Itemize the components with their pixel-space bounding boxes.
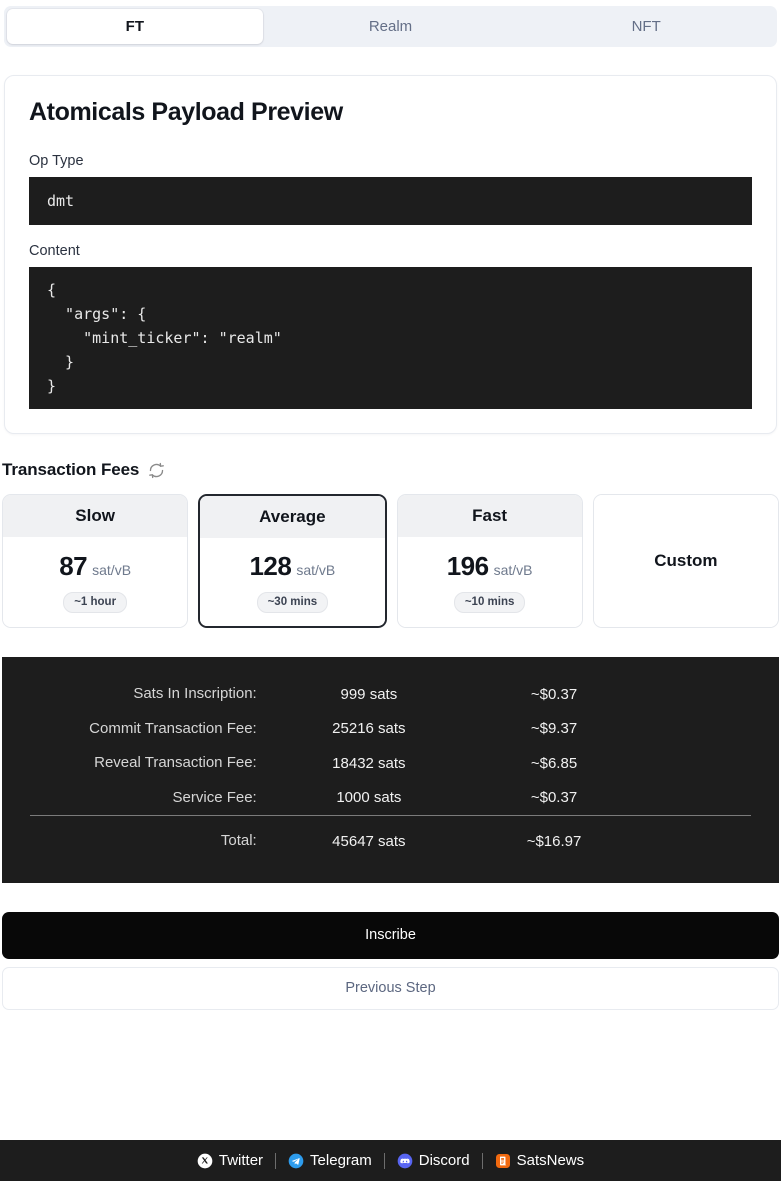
table-row: Sats In Inscription: 999 sats ~$0.37 <box>30 677 751 712</box>
footer-link-telegram[interactable]: Telegram <box>276 1152 384 1169</box>
inscribe-button[interactable]: Inscribe <box>2 911 779 959</box>
fee-option-slow-rate: 87 sat/vB <box>59 551 131 582</box>
footer-links: Twitter Telegram Discord SatsNews <box>185 1152 596 1169</box>
fee-option-average-value: 128 <box>249 550 292 581</box>
fee-option-average-rate: 128 sat/vB <box>249 551 335 582</box>
fee-option-slow-value: 87 <box>59 550 88 581</box>
transaction-fees-title: Transaction Fees <box>2 460 140 479</box>
footer-link-telegram-label: Telegram <box>310 1152 372 1169</box>
footer-link-satsnews-label: SatsNews <box>516 1152 585 1169</box>
op-type-value: dmt <box>47 192 75 210</box>
discord-icon-glyph <box>397 1153 413 1168</box>
table-row-total: Total: 45647 sats ~$16.97 <box>30 815 751 859</box>
telegram-icon-glyph <box>288 1153 304 1168</box>
fee-option-fast-body: 196 sat/vB ~10 mins <box>397 537 582 627</box>
tab-ft-label: FT <box>125 18 144 35</box>
page-title: Atomicals Payload Preview <box>29 98 343 126</box>
transaction-fees-header: Transaction Fees <box>2 460 781 480</box>
footer-link-twitter[interactable]: Twitter <box>185 1152 275 1169</box>
summary-sats: 25216 sats <box>332 720 406 738</box>
satsnews-icon-glyph <box>495 1153 510 1168</box>
summary-sats: 999 sats <box>340 685 398 703</box>
fee-option-slow[interactable]: Slow 87 sat/vB ~1 hour <box>2 494 189 628</box>
content-value-box: { "args": { "mint_ticker": "realm" } } <box>29 267 752 409</box>
payload-preview-card: Atomicals Payload Preview Op Type dmt Co… <box>4 75 777 434</box>
content-label: Content <box>29 243 80 259</box>
fee-option-average-title: Average <box>200 496 385 538</box>
fee-option-average-unit: sat/vB <box>296 561 336 578</box>
summary-sats: 18432 sats <box>332 754 406 772</box>
summary-label: Sats In Inscription: <box>133 685 257 702</box>
fee-option-fast-title: Fast <box>397 495 582 537</box>
footer-link-twitter-label: Twitter <box>218 1152 264 1169</box>
summary-total-label: Total: <box>30 815 261 859</box>
fee-option-fast-unit: sat/vB <box>493 561 533 578</box>
table-row: Reveal Transaction Fee: 18432 sats ~$6.8… <box>30 746 751 781</box>
discord-icon <box>397 1153 413 1169</box>
tab-ft[interactable]: FT <box>7 9 263 44</box>
fee-option-average-eta: ~30 mins <box>256 591 329 614</box>
footer-link-discord[interactable]: Discord <box>385 1152 482 1169</box>
summary-usd: ~$0.37 <box>530 789 578 807</box>
fee-option-custom-label: Custom <box>654 551 718 570</box>
fee-option-slow-eta: ~1 hour <box>63 591 128 614</box>
fee-option-custom[interactable]: Custom <box>592 494 779 628</box>
fee-option-list: Slow 87 sat/vB ~1 hour Average 128 sat/v… <box>0 494 781 628</box>
table-row: Commit Transaction Fee: 25216 sats ~$9.3… <box>30 712 751 747</box>
footer-link-satsnews[interactable]: SatsNews <box>483 1152 597 1169</box>
summary-usd: ~$6.85 <box>530 754 578 772</box>
satsnews-icon <box>495 1153 511 1169</box>
telegram-icon <box>288 1153 304 1169</box>
tab-nft-label: NFT <box>631 18 661 35</box>
previous-step-button[interactable]: Previous Step <box>2 966 779 1010</box>
footer-link-discord-label: Discord <box>418 1152 470 1169</box>
summary-label: Commit Transaction Fee: <box>89 719 257 737</box>
footer-bar: Twitter Telegram Discord SatsNews <box>0 1140 781 1181</box>
fee-option-average-body: 128 sat/vB ~30 mins <box>200 538 385 626</box>
refresh-icon-glyph <box>148 462 164 478</box>
fee-option-fast-value: 196 <box>446 550 489 581</box>
twitter-x-icon-glyph <box>197 1153 213 1168</box>
fee-option-average[interactable]: Average 128 sat/vB ~30 mins <box>198 494 387 628</box>
summary-usd: ~$9.37 <box>530 720 578 738</box>
summary-label: Service Fee: <box>172 788 257 806</box>
tab-realm-label: Realm <box>368 18 413 35</box>
action-buttons: Inscribe Previous Step <box>2 911 779 1010</box>
content-json: { "args": { "mint_ticker": "realm" } } <box>47 281 282 395</box>
summary-total-sats: 45647 sats <box>260 815 478 859</box>
op-type-value-box: dmt <box>29 177 752 225</box>
fee-option-fast-rate: 196 sat/vB <box>447 551 533 582</box>
fee-option-slow-title: Slow <box>3 495 188 537</box>
summary-sats: 1000 sats <box>336 789 402 807</box>
page-root: FT Realm NFT Atomicals Payload Preview O… <box>0 0 781 1181</box>
table-row: Service Fee: 1000 sats ~$0.37 <box>30 781 751 816</box>
tab-nft[interactable]: NFT <box>518 9 774 44</box>
fee-option-slow-body: 87 sat/vB ~1 hour <box>3 537 188 627</box>
fee-summary-panel: Sats In Inscription: 999 sats ~$0.37 Com… <box>2 657 779 883</box>
fee-summary-table: Sats In Inscription: 999 sats ~$0.37 Com… <box>30 677 751 859</box>
summary-usd: ~$0.37 <box>530 685 578 703</box>
fee-option-fast-eta: ~10 mins <box>453 591 526 614</box>
fee-option-custom-body: Custom <box>593 495 778 627</box>
fee-option-fast[interactable]: Fast 196 sat/vB ~10 mins <box>396 494 583 628</box>
fee-option-slow-unit: sat/vB <box>92 561 132 578</box>
refresh-icon[interactable] <box>147 461 165 479</box>
summary-total-usd: ~$16.97 <box>477 815 751 859</box>
tab-realm[interactable]: Realm <box>263 9 519 44</box>
op-type-label: Op Type <box>29 153 84 169</box>
twitter-x-icon <box>197 1153 213 1169</box>
summary-label: Reveal Transaction Fee: <box>94 754 257 771</box>
tab-bar: FT Realm NFT <box>4 6 777 47</box>
